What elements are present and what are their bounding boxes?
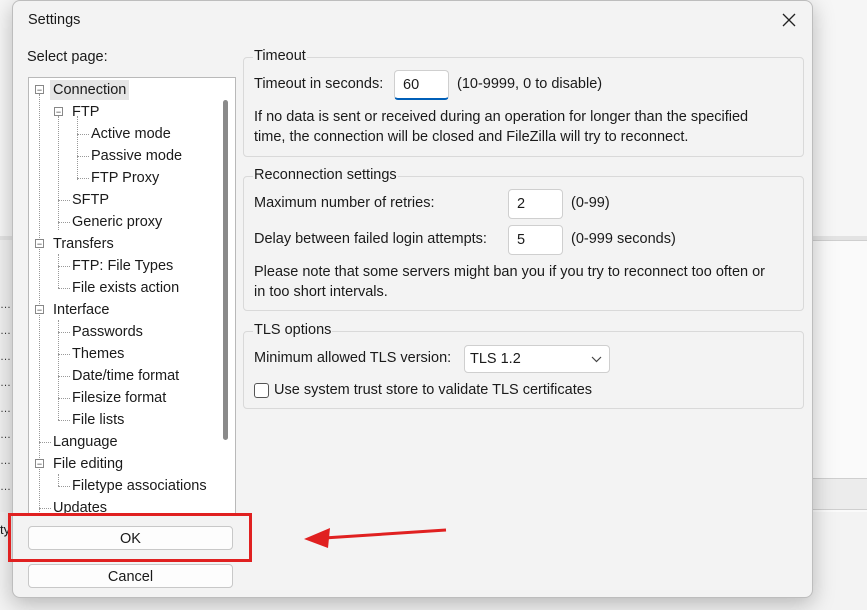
- tree-item-ftp-proxy[interactable]: FTP Proxy: [91, 168, 159, 188]
- tree-item-interface[interactable]: Interface: [53, 300, 109, 320]
- retries-hint: (0-99): [571, 195, 610, 211]
- tree-item-generic-proxy[interactable]: Generic proxy: [72, 212, 162, 232]
- tree-connector: [58, 398, 70, 399]
- settings-dialog: Settings Select page: − − − − − Connecti…: [12, 0, 813, 598]
- system-trust-store-label[interactable]: Use system trust store to validate TLS c…: [274, 382, 592, 398]
- tls-min-version-select[interactable]: TLS 1.2: [464, 345, 610, 373]
- background-strip: [812, 478, 867, 510]
- reconnection-note-line-1: Please note that some servers might ban …: [254, 264, 765, 280]
- reconnection-note-line-2: in too short intervals.: [254, 284, 388, 300]
- timeout-description-line-2: time, the connection will be closed and …: [254, 129, 689, 145]
- window-title: Settings: [28, 12, 81, 28]
- tree-connector: [58, 288, 70, 289]
- tree-connector: [58, 354, 70, 355]
- tls-options-group: TLS options Minimum allowed TLS version:…: [243, 322, 804, 409]
- tree-item-transfers[interactable]: Transfers: [53, 234, 114, 254]
- tree-connector: [77, 116, 78, 180]
- retries-input[interactable]: 2: [508, 189, 563, 219]
- background-dots: …: [0, 481, 11, 493]
- background-dots: …: [0, 351, 11, 363]
- select-page-label: Select page:: [27, 49, 108, 65]
- tree-item-file-exists-action[interactable]: File exists action: [72, 278, 179, 298]
- reconnection-group-title: Reconnection settings: [253, 167, 398, 183]
- tree-connector: [58, 320, 59, 420]
- close-icon: [782, 13, 796, 27]
- background-dots: …: [0, 429, 11, 441]
- tree-scrollbar-thumb[interactable]: [223, 100, 228, 440]
- tree-item-sftp[interactable]: SFTP: [72, 190, 109, 210]
- delay-label: Delay between failed login attempts:: [254, 231, 487, 247]
- tree-item-filesize-format[interactable]: Filesize format: [72, 388, 166, 408]
- background-dots: …: [0, 403, 11, 415]
- tree-item-file-editing[interactable]: File editing: [53, 454, 123, 474]
- tree-item-themes[interactable]: Themes: [72, 344, 124, 364]
- tree-connector: [58, 222, 70, 223]
- tree-connector: [39, 94, 40, 514]
- tree-item-ftp-file-types[interactable]: FTP: File Types: [72, 256, 173, 276]
- red-arrow-annotation: [304, 528, 447, 548]
- tree-connector: [58, 420, 70, 421]
- background-dots: …: [0, 455, 11, 467]
- timeout-group: Timeout Timeout in seconds: 60 (10-9999,…: [243, 48, 804, 157]
- tree-item-language[interactable]: Language: [53, 432, 118, 452]
- collapse-icon[interactable]: −: [54, 107, 63, 117]
- collapse-icon[interactable]: −: [35, 459, 44, 469]
- tree-item-filetype-associations[interactable]: Filetype associations: [72, 476, 207, 496]
- tree-item-connection[interactable]: Connection: [50, 80, 130, 100]
- tree-connector: [77, 156, 89, 157]
- tree-connector: [39, 508, 51, 509]
- background-dots: …: [0, 299, 11, 311]
- retries-label: Maximum number of retries:: [254, 195, 435, 211]
- background-dots: …: [0, 325, 11, 337]
- tree-item-file-lists[interactable]: File lists: [72, 410, 124, 430]
- tree-connector: [58, 200, 70, 201]
- background-dots: …: [0, 377, 11, 389]
- timeout-label: Timeout in seconds:: [254, 76, 384, 92]
- tls-group-title: TLS options: [253, 322, 333, 338]
- tree-item-passwords[interactable]: Passwords: [72, 322, 143, 342]
- timeout-description-line-1: If no data is sent or received during an…: [254, 109, 749, 125]
- settings-page-tree[interactable]: − − − − − Connection FTP Active mode Pas…: [28, 77, 236, 515]
- tls-min-version-label: Minimum allowed TLS version:: [254, 350, 452, 366]
- ok-highlight-box: [8, 513, 252, 562]
- tree-connector: [77, 178, 89, 179]
- tree-connector: [58, 376, 70, 377]
- chevron-down-icon: [591, 356, 602, 363]
- close-button[interactable]: [766, 1, 812, 39]
- tree-item-active-mode[interactable]: Active mode: [91, 124, 171, 144]
- system-trust-store-checkbox[interactable]: [254, 383, 269, 398]
- tree-connector: [58, 116, 59, 230]
- delay-input[interactable]: 5: [508, 225, 563, 255]
- tree-item-passive-mode[interactable]: Passive mode: [91, 146, 182, 166]
- tree-connector: [58, 332, 70, 333]
- collapse-icon[interactable]: −: [35, 85, 44, 95]
- tls-min-version-value: TLS 1.2: [470, 351, 521, 367]
- collapse-icon[interactable]: −: [35, 239, 44, 249]
- timeout-input[interactable]: 60: [394, 70, 449, 100]
- collapse-icon[interactable]: −: [35, 305, 44, 315]
- tree-item-ftp[interactable]: FTP: [72, 102, 99, 122]
- tree-connector: [77, 134, 89, 135]
- tree-connector: [58, 474, 59, 486]
- reconnection-group: Reconnection settings Maximum number of …: [243, 167, 804, 311]
- cancel-button[interactable]: Cancel: [28, 564, 233, 588]
- timeout-group-title: Timeout: [253, 48, 307, 64]
- tree-connector: [58, 254, 59, 288]
- tree-item-date-time-format[interactable]: Date/time format: [72, 366, 179, 386]
- timeout-hint: (10-9999, 0 to disable): [457, 76, 603, 92]
- tree-connector: [39, 442, 51, 443]
- tree-connector: [58, 266, 70, 267]
- title-bar: Settings: [13, 1, 812, 39]
- delay-hint: (0-999 seconds): [571, 231, 676, 247]
- tree-connector: [58, 486, 70, 487]
